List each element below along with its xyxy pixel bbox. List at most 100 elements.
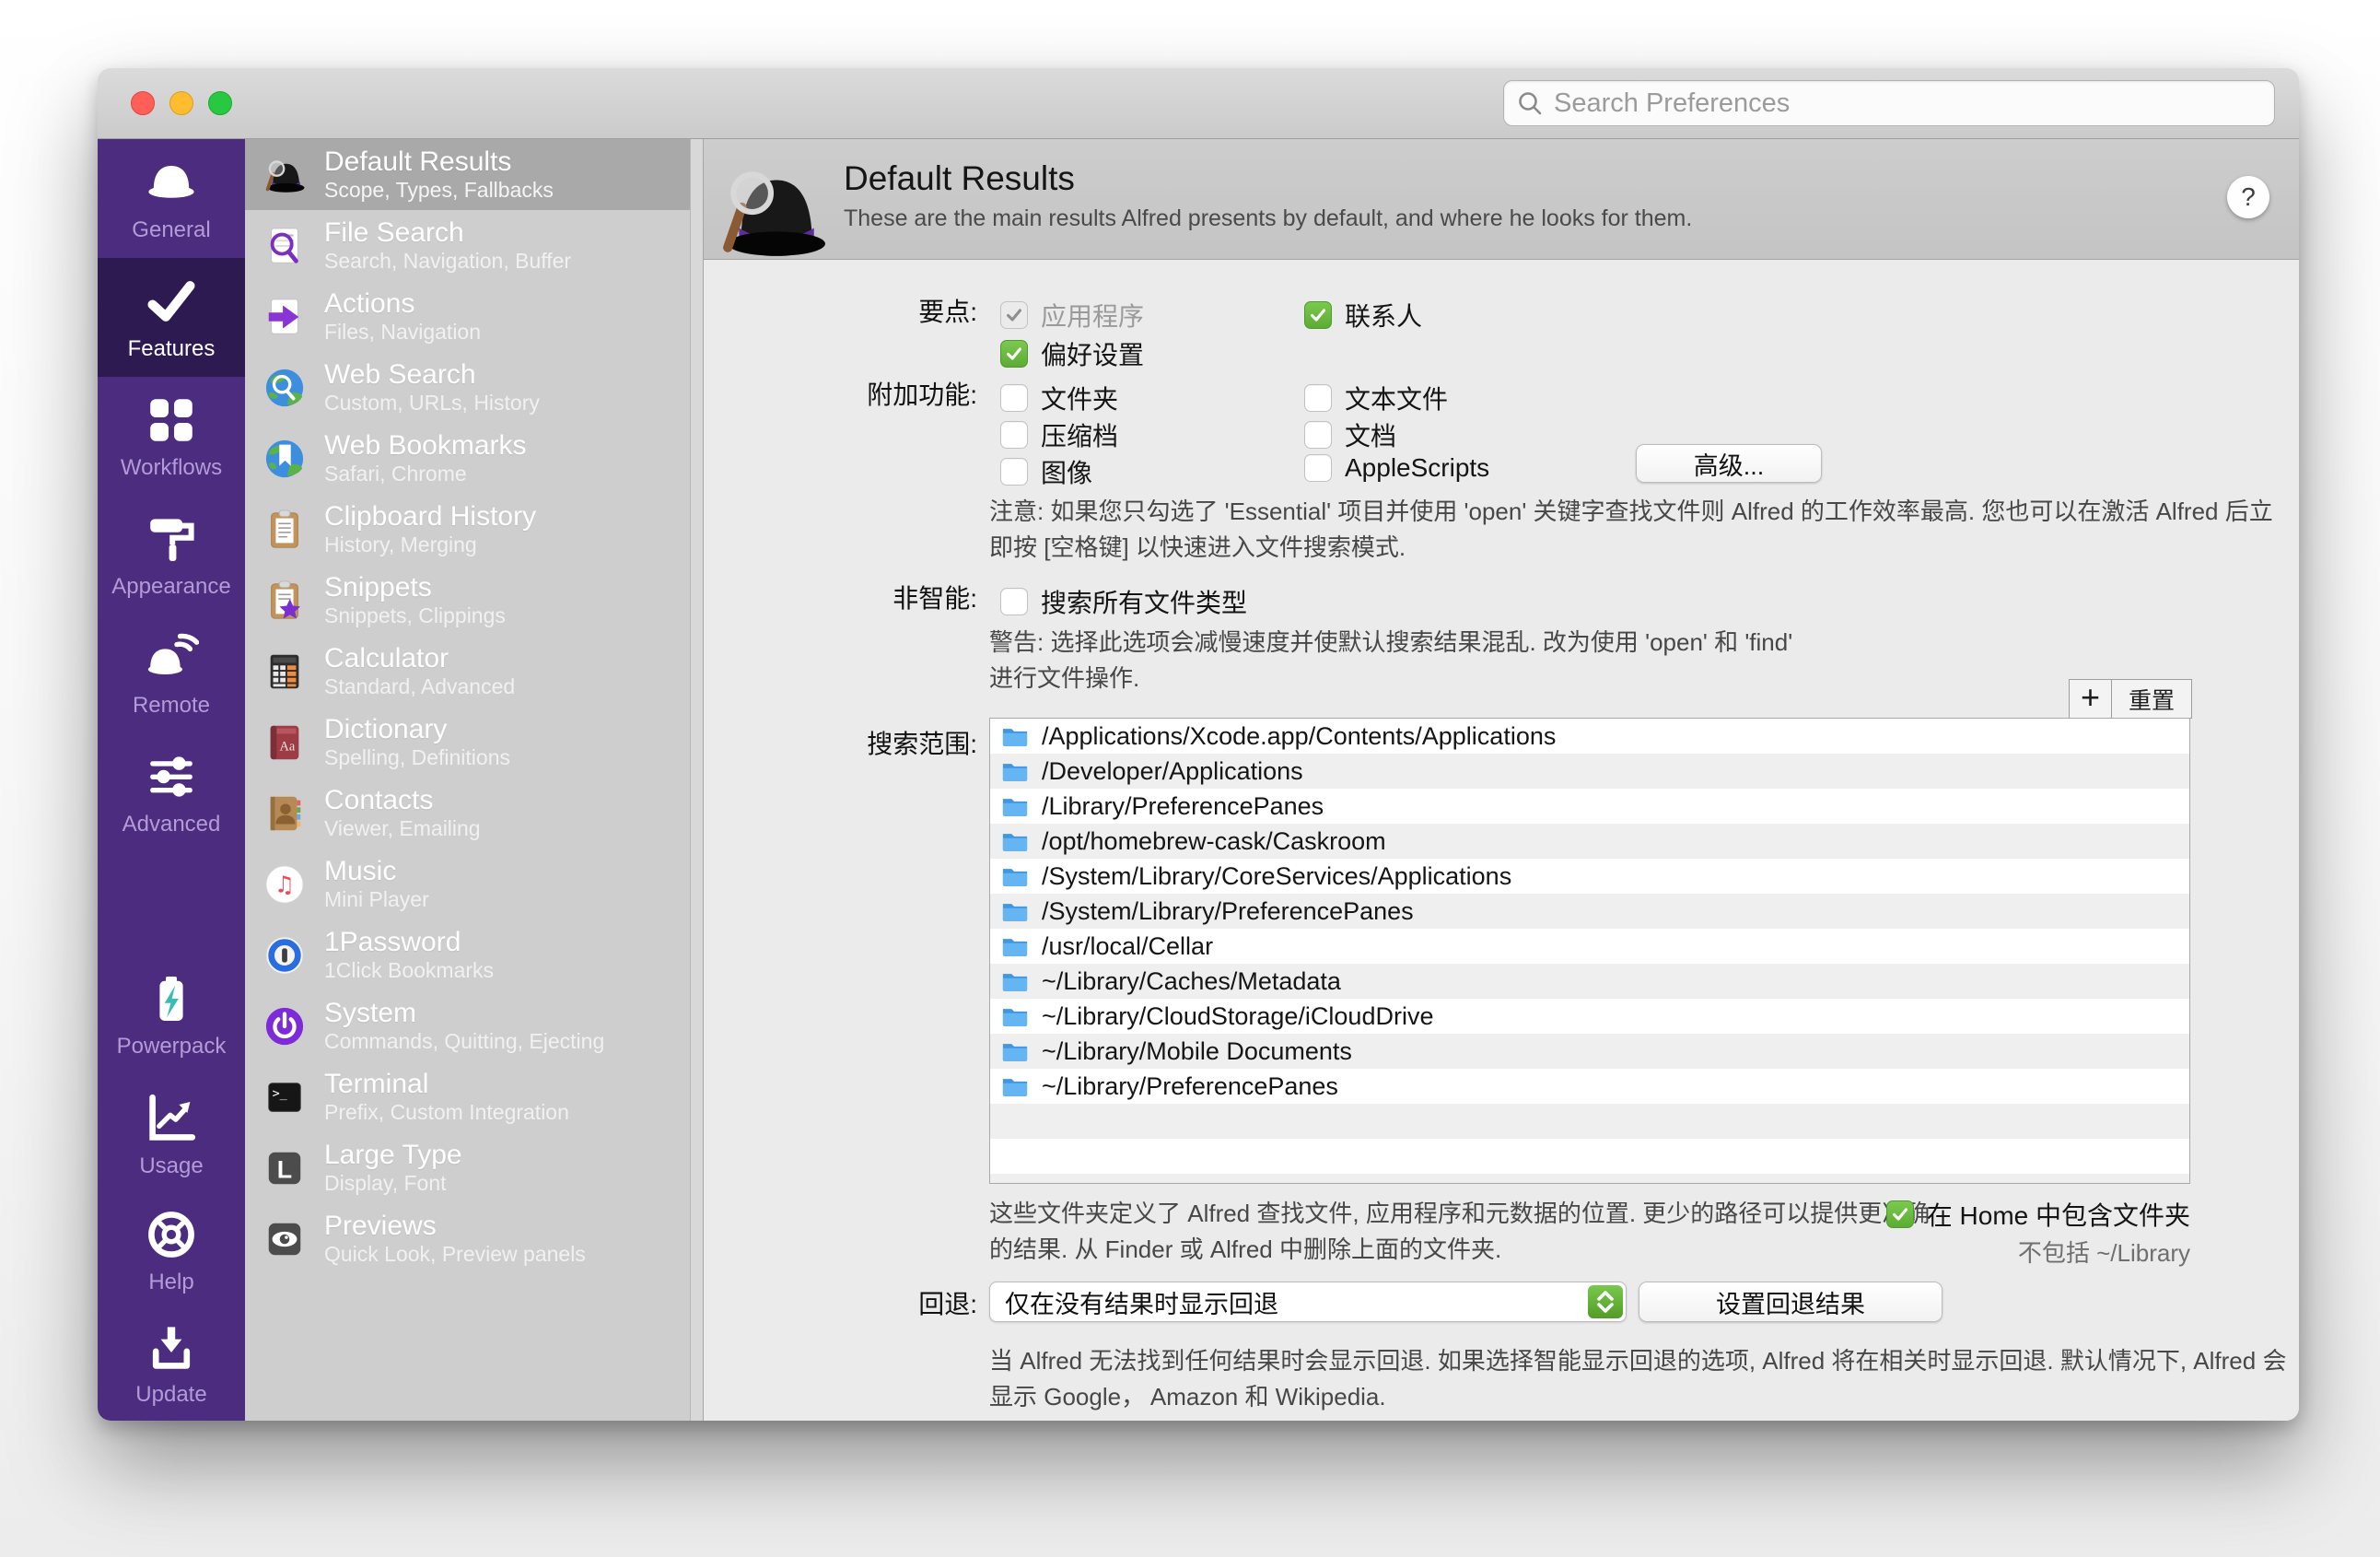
scope-folder-row[interactable]: /Developer/Applications: [990, 754, 2189, 789]
feature-item-dictionary[interactable]: Aa Dictionary Spelling, Definitions: [245, 707, 703, 778]
nav-item-advanced[interactable]: Advanced: [98, 733, 245, 852]
onepassword-icon: [263, 934, 306, 977]
folder-path: /System/Library/PreferencePanes: [1042, 897, 1414, 926]
scope-folder-row[interactable]: ~/Library/Caches/Metadata: [990, 964, 2189, 999]
nav-item-general[interactable]: General: [98, 139, 245, 258]
scope-folder-row[interactable]: /System/Library/CoreServices/Application…: [990, 859, 2189, 894]
checkbox-box[interactable]: [1304, 301, 1332, 329]
checkbox-applescripts[interactable]: AppleScripts: [1304, 453, 1489, 483]
advanced-button[interactable]: 高级...: [1636, 444, 1822, 483]
folder-path: /opt/homebrew-cask/Caskroom: [1042, 827, 1386, 856]
checkbox-include-home[interactable]: 在 Home 中包含文件夹: [1886, 1196, 2190, 1233]
checkbox-box[interactable]: [1886, 1200, 1914, 1228]
feature-item-web-bookmarks[interactable]: Web Bookmarks Safari, Chrome: [245, 423, 703, 494]
svg-text:Aa: Aa: [280, 739, 296, 754]
search-placeholder: Search Preferences: [1554, 88, 1790, 119]
feature-item-file-search[interactable]: File Search Search, Navigation, Buffer: [245, 210, 703, 281]
setup-fallbacks-button[interactable]: 设置回退结果: [1639, 1282, 1942, 1322]
close-button[interactable]: [131, 91, 155, 115]
nav-item-features[interactable]: Features: [98, 258, 245, 377]
feature-subtitle: 1Click Bookmarks: [324, 958, 494, 982]
feature-subtitle: Mini Player: [324, 887, 429, 911]
svg-text:♫: ♫: [274, 871, 295, 897]
extras-label: 附加功能:: [756, 380, 977, 410]
nav-item-update[interactable]: Update: [98, 1314, 245, 1413]
checkbox-label: 应用程序: [1041, 297, 1144, 334]
features-sidebar: Default Results Scope, Types, Fallbacks …: [245, 139, 704, 1421]
feature-item-system[interactable]: System Commands, Quitting, Ejecting: [245, 990, 703, 1061]
scope-folder-row[interactable]: /Applications/Xcode.app/Contents/Applica…: [990, 719, 2189, 754]
checkbox-box[interactable]: [1000, 384, 1028, 412]
scope-folder-row[interactable]: /usr/local/Cellar: [990, 929, 2189, 964]
feature-subtitle: Quick Look, Preview panels: [324, 1242, 586, 1266]
nav-item-powerpack[interactable]: Powerpack: [98, 960, 245, 1071]
feature-item-actions[interactable]: Actions Files, Navigation: [245, 281, 703, 352]
nav-item-appearance[interactable]: Appearance: [98, 496, 245, 615]
checkbox-contacts[interactable]: 联系人: [1304, 297, 1422, 334]
zoom-button[interactable]: [208, 91, 232, 115]
feature-title: Large Type: [324, 1140, 462, 1171]
feature-title: Web Bookmarks: [324, 430, 527, 462]
scope-folder-row[interactable]: /Library/PreferencePanes: [990, 789, 2189, 824]
help-glyph: ?: [2241, 182, 2256, 212]
add-folder-button[interactable]: +: [2070, 680, 2112, 718]
scope-folder-row[interactable]: ~/Library/CloudStorage/iCloudDrive: [990, 999, 2189, 1034]
checkbox-folders[interactable]: 文件夹: [1000, 380, 1118, 416]
features-scrollbar[interactable]: [690, 139, 703, 1421]
reset-scope-button[interactable]: 重置: [2112, 680, 2191, 718]
fallback-dropdown[interactable]: 仅在没有结果时显示回退: [989, 1282, 1627, 1322]
main-panel: Default Results These are the main resul…: [704, 139, 2299, 1421]
checkbox-label: 在 Home 中包含文件夹: [1927, 1196, 2190, 1233]
terminal-icon: >_: [263, 1076, 306, 1118]
checkbox-archives[interactable]: 压缩档: [1000, 416, 1118, 453]
feature-item-default-results[interactable]: Default Results Scope, Types, Fallbacks: [245, 139, 703, 210]
checkbox-box[interactable]: [1000, 458, 1028, 486]
nav-item-remote[interactable]: Remote: [98, 615, 245, 733]
feature-item-snippets[interactable]: Snippets Snippets, Clippings: [245, 565, 703, 636]
essentials-label: 要点:: [756, 298, 977, 327]
checkbox-box[interactable]: [1000, 301, 1028, 329]
checkbox-applications[interactable]: 应用程序: [1000, 297, 1144, 334]
feature-item-clipboard-history[interactable]: Clipboard History History, Merging: [245, 494, 703, 565]
feature-item-web-search[interactable]: Web Search Custom, URLs, History: [245, 352, 703, 423]
scope-folder-row[interactable]: ~/Library/PreferencePanes: [990, 1069, 2189, 1104]
checkbox-box[interactable]: [1000, 588, 1028, 615]
feature-subtitle: Custom, URLs, History: [324, 391, 540, 415]
feature-item-music[interactable]: ♫ Music Mini Player: [245, 849, 703, 919]
checkbox-box[interactable]: [1304, 384, 1332, 412]
feature-subtitle: Display, Font: [324, 1171, 462, 1195]
feature-item-1password[interactable]: 1Password 1Click Bookmarks: [245, 919, 703, 990]
checkbox-images[interactable]: 图像: [1000, 453, 1092, 490]
feature-title: Calculator: [324, 643, 515, 674]
nav-item-help[interactable]: Help: [98, 1198, 245, 1305]
checkbox-box[interactable]: [1000, 340, 1028, 368]
checkbox-preferences[interactable]: 偏好设置: [1000, 335, 1144, 372]
feature-item-calculator[interactable]: Calculator Standard, Advanced: [245, 636, 703, 707]
clipboard-star-icon: [263, 579, 306, 622]
scope-folder-row[interactable]: /System/Library/PreferencePanes: [990, 894, 2189, 929]
checkbox-box[interactable]: [1000, 421, 1028, 449]
large-type-icon: L: [263, 1147, 306, 1189]
search-preferences-field[interactable]: Search Preferences: [1503, 80, 2275, 126]
traffic-lights: [131, 91, 232, 115]
checkbox-label: 压缩档: [1041, 416, 1118, 453]
feature-item-large-type[interactable]: L Large Type Display, Font: [245, 1132, 703, 1203]
checkbox-box[interactable]: [1304, 454, 1332, 482]
help-button[interactable]: ?: [2227, 176, 2269, 218]
feature-item-contacts[interactable]: Contacts Viewer, Emailing: [245, 778, 703, 849]
checkbox-search-all-file-types[interactable]: 搜索所有文件类型: [1000, 583, 1247, 620]
minimize-button[interactable]: [169, 91, 193, 115]
nav-item-workflows[interactable]: Workflows: [98, 377, 245, 496]
checkbox-box[interactable]: [1304, 421, 1332, 449]
feature-item-terminal[interactable]: >_ Terminal Prefix, Custom Integration: [245, 1061, 703, 1132]
nav-item-usage[interactable]: Usage: [98, 1082, 245, 1188]
scope-folder-row[interactable]: /opt/homebrew-cask/Caskroom: [990, 824, 2189, 859]
scope-folder-row[interactable]: ~/Library/Mobile Documents: [990, 1034, 2189, 1069]
feature-title: 1Password: [324, 927, 494, 958]
non-smart-label: 非智能:: [756, 584, 977, 614]
checkbox-text-files[interactable]: 文本文件: [1304, 380, 1448, 416]
feature-item-previews[interactable]: Previews Quick Look, Preview panels: [245, 1203, 703, 1274]
search-scope-list[interactable]: /Applications/Xcode.app/Contents/Applica…: [989, 718, 2190, 1184]
eye-icon: [263, 1218, 306, 1260]
checkbox-documents[interactable]: 文档: [1304, 416, 1396, 453]
